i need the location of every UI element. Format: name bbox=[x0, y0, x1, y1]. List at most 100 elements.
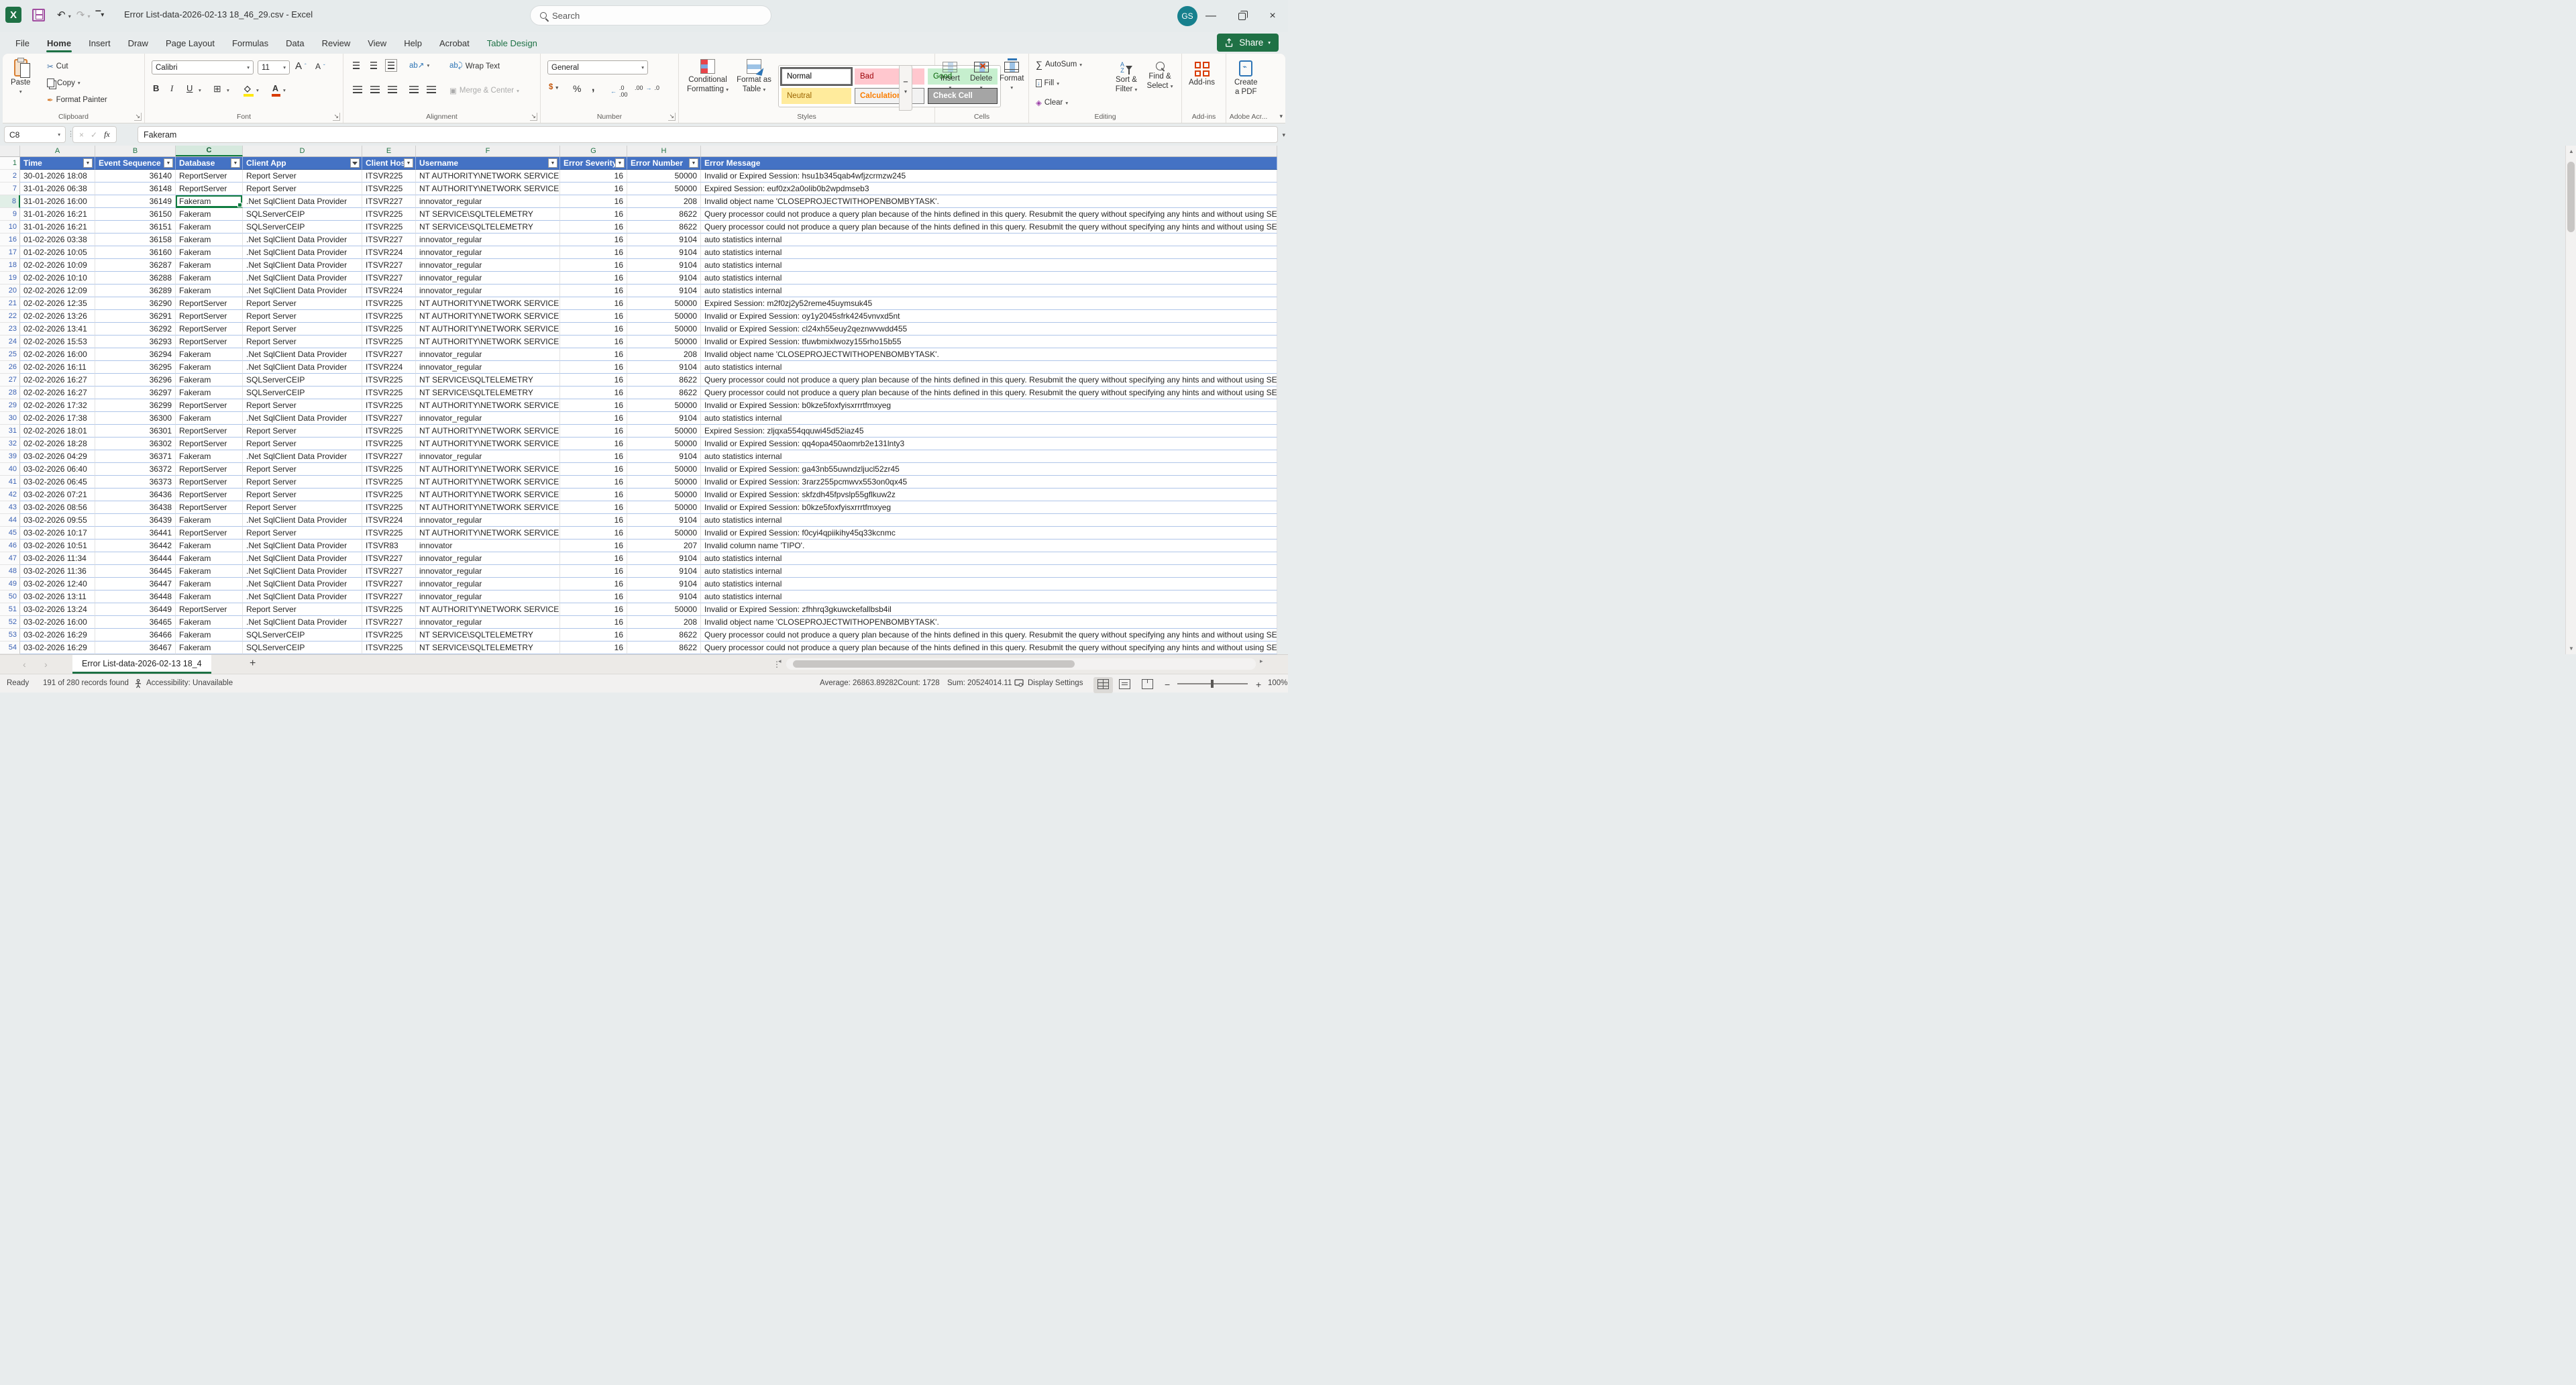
cell[interactable]: innovator_regular bbox=[416, 285, 560, 297]
cell[interactable]: 50000 bbox=[627, 438, 701, 450]
cell[interactable]: 03-02-2026 06:40 bbox=[20, 463, 95, 476]
formula-input[interactable]: Fakeram bbox=[138, 126, 1278, 143]
cell[interactable]: 50000 bbox=[627, 399, 701, 412]
new-sheet-button[interactable]: + bbox=[250, 658, 256, 670]
style-bad[interactable]: Bad bbox=[855, 68, 924, 85]
row-number[interactable]: 45 bbox=[0, 527, 20, 540]
cell[interactable]: 03-02-2026 08:56 bbox=[20, 501, 95, 514]
cell[interactable]: 03-02-2026 16:29 bbox=[20, 642, 95, 654]
create-pdf-button[interactable]: Createa PDF bbox=[1234, 60, 1258, 97]
row-number[interactable]: 42 bbox=[0, 489, 20, 501]
cell[interactable]: auto statistics internal bbox=[701, 234, 1277, 246]
cell[interactable]: Expired Session: euf0zx2a0olib0b2wpdmseb… bbox=[701, 183, 1277, 195]
cell[interactable]: ReportServer bbox=[176, 297, 243, 310]
cell[interactable]: NT SERVICE\SQLTELEMETRY bbox=[416, 642, 560, 654]
cell[interactable]: 03-02-2026 16:29 bbox=[20, 629, 95, 642]
tab-help[interactable]: Help bbox=[395, 32, 431, 54]
cell[interactable]: 02-02-2026 18:28 bbox=[20, 438, 95, 450]
cell[interactable]: 03-02-2026 10:17 bbox=[20, 527, 95, 540]
cell[interactable]: auto statistics internal bbox=[701, 412, 1277, 425]
search-input[interactable]: Search bbox=[530, 5, 771, 25]
cell[interactable]: 16 bbox=[560, 514, 627, 527]
cell[interactable]: 36467 bbox=[95, 642, 176, 654]
row-number[interactable]: 26 bbox=[0, 361, 20, 374]
cell[interactable]: ITSVR225 bbox=[362, 603, 416, 616]
cell[interactable]: 03-02-2026 09:55 bbox=[20, 514, 95, 527]
row-number[interactable]: 51 bbox=[0, 603, 20, 616]
cell[interactable]: auto statistics internal bbox=[701, 272, 1277, 285]
merge-center-button[interactable]: ▣ Merge & Center ▾ bbox=[449, 86, 519, 95]
cell[interactable]: Fakeram bbox=[176, 514, 243, 527]
cell[interactable]: 03-02-2026 04:29 bbox=[20, 450, 95, 463]
cell[interactable]: 50000 bbox=[627, 489, 701, 501]
cell[interactable]: 36140 bbox=[95, 170, 176, 183]
cell[interactable]: 36436 bbox=[95, 489, 176, 501]
zoom-level[interactable]: 100% bbox=[1268, 679, 1287, 687]
cell[interactable]: 36466 bbox=[95, 629, 176, 642]
cell[interactable]: Fakeram bbox=[176, 234, 243, 246]
cell[interactable]: ITSVR227 bbox=[362, 565, 416, 578]
cell[interactable]: 16 bbox=[560, 348, 627, 361]
cell[interactable]: Fakeram bbox=[176, 565, 243, 578]
cell[interactable]: auto statistics internal bbox=[701, 361, 1277, 374]
cell[interactable]: 16 bbox=[560, 642, 627, 654]
cell[interactable]: ITSVR225 bbox=[362, 642, 416, 654]
shrink-font-button[interactable]: Aˇ bbox=[315, 62, 325, 71]
cell[interactable]: innovator_regular bbox=[416, 195, 560, 208]
cell[interactable]: ITSVR225 bbox=[362, 527, 416, 540]
cell[interactable]: 50000 bbox=[627, 603, 701, 616]
cell[interactable]: 8622 bbox=[627, 387, 701, 399]
cell[interactable]: 16 bbox=[560, 552, 627, 565]
row-number[interactable]: 29 bbox=[0, 399, 20, 412]
cell[interactable]: ITSVR227 bbox=[362, 578, 416, 591]
undo-button[interactable]: ↶ ▾ bbox=[56, 9, 72, 21]
row-number[interactable]: 40 bbox=[0, 463, 20, 476]
cell[interactable]: SQLServerCEIP bbox=[243, 387, 362, 399]
cell[interactable]: .Net SqlClient Data Provider bbox=[243, 450, 362, 463]
cell[interactable]: 50000 bbox=[627, 425, 701, 438]
cell[interactable]: 16 bbox=[560, 361, 627, 374]
cell[interactable]: .Net SqlClient Data Provider bbox=[243, 195, 362, 208]
customize-qat-button[interactable]: ▔▾ bbox=[95, 11, 106, 19]
wrap-text-button[interactable]: ab⤸ Wrap Text bbox=[449, 62, 500, 70]
cell[interactable]: 16 bbox=[560, 616, 627, 629]
cell[interactable]: 36442 bbox=[95, 540, 176, 552]
cell[interactable]: Fakeram bbox=[176, 361, 243, 374]
cell[interactable]: Report Server bbox=[243, 603, 362, 616]
cell[interactable]: 16 bbox=[560, 297, 627, 310]
cell[interactable]: 02-02-2026 12:09 bbox=[20, 285, 95, 297]
row-number[interactable]: 49 bbox=[0, 578, 20, 591]
row-number[interactable]: 20 bbox=[0, 285, 20, 297]
cell[interactable]: 8622 bbox=[627, 208, 701, 221]
column-header-I[interactable] bbox=[701, 146, 1277, 156]
cell[interactable]: 208 bbox=[627, 348, 701, 361]
font-color-icon[interactable]: A bbox=[272, 85, 278, 93]
cell[interactable]: 31-01-2026 16:21 bbox=[20, 208, 95, 221]
display-settings-icon[interactable] bbox=[1014, 679, 1024, 689]
zoom-slider-thumb[interactable] bbox=[1211, 680, 1214, 688]
cell[interactable]: 50000 bbox=[627, 527, 701, 540]
cell[interactable]: 36288 bbox=[95, 272, 176, 285]
row-number[interactable]: 47 bbox=[0, 552, 20, 565]
tab-view[interactable]: View bbox=[359, 32, 395, 54]
cell[interactable]: auto statistics internal bbox=[701, 285, 1277, 297]
sheet-tab-active[interactable]: Error List-data-2026-02-13 18_4 bbox=[72, 655, 211, 674]
cell[interactable]: Invalid or Expired Session: b0kze5foxfyi… bbox=[701, 501, 1277, 514]
row-number[interactable]: 18 bbox=[0, 259, 20, 272]
cell[interactable]: Fakeram bbox=[176, 540, 243, 552]
expand-formula-bar-icon[interactable]: ▾ bbox=[1282, 132, 1285, 139]
cell[interactable]: ITSVR227 bbox=[362, 348, 416, 361]
cell[interactable]: SQLServerCEIP bbox=[243, 221, 362, 234]
cell[interactable]: Invalid or Expired Session: ga43nb55uwnd… bbox=[701, 463, 1277, 476]
format-as-table-button[interactable]: Format asTable ▾ bbox=[734, 59, 774, 95]
cell[interactable]: ReportServer bbox=[176, 489, 243, 501]
prev-sheet-icon[interactable]: ‹ bbox=[23, 659, 26, 670]
row-number[interactable]: 10 bbox=[0, 221, 20, 234]
cell[interactable]: Fakeram bbox=[176, 246, 243, 259]
style-calculation[interactable]: Calculation bbox=[855, 88, 924, 104]
cell[interactable]: Query processor could not produce a quer… bbox=[701, 642, 1277, 654]
column-header-H[interactable]: H bbox=[627, 146, 701, 156]
insert-cells-button[interactable]: Insert▾ bbox=[941, 62, 960, 91]
cell[interactable]: innovator_regular bbox=[416, 361, 560, 374]
cell[interactable]: NT AUTHORITY\NETWORK SERVICE bbox=[416, 425, 560, 438]
